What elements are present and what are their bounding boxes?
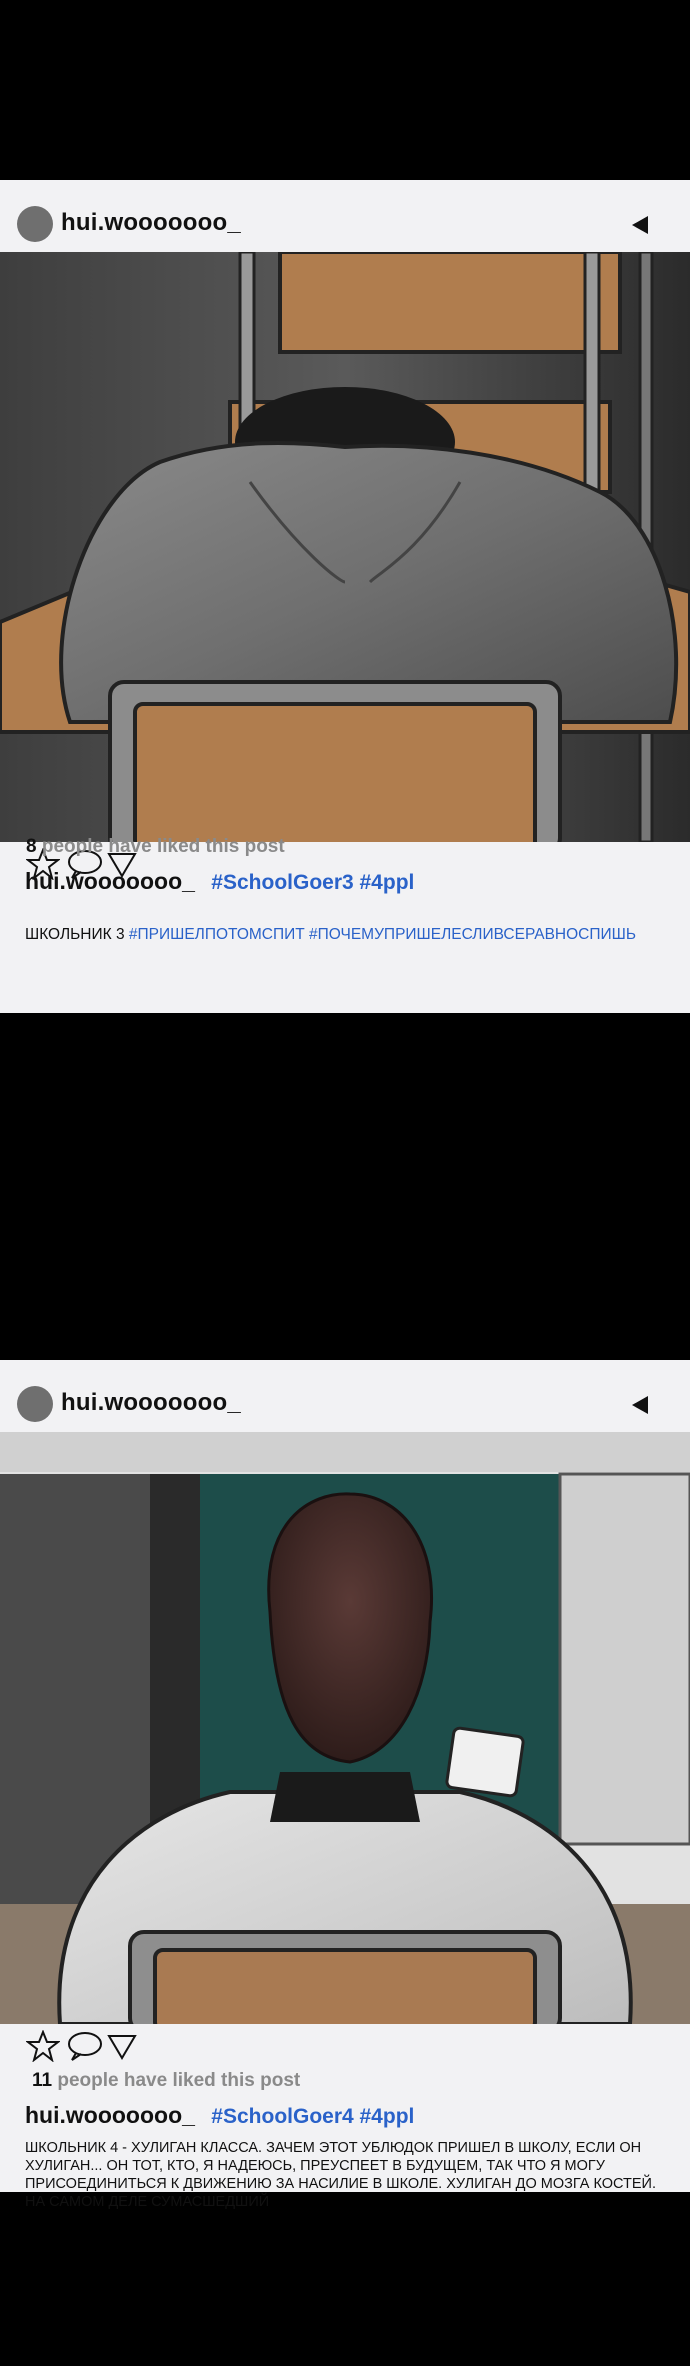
play-icon[interactable] [632,1396,648,1414]
post-image [0,252,690,842]
post-header: hui.wooooooo_ [0,180,690,252]
caption: hui.wooooooo_ #SchoolGoer3 #4ppl [25,868,414,895]
likes-number: 11 [32,2070,53,2091]
caption: hui.wooooooo_ #SchoolGoer4 #4ppl [25,2102,414,2129]
post-card-2: hui.wooooooo_ 11 people have liked this … [0,1360,690,2210]
post-body-text: ШКОЛЬНИК 3 [25,926,125,943]
likes-number: 8 [26,836,37,857]
caption-hashtags[interactable]: #SchoolGoer4 #4ppl [211,2105,414,2128]
post-image-illustration [0,1432,690,2024]
avatar[interactable] [17,206,53,242]
username[interactable]: hui.wooooooo_ [61,209,241,237]
comment-icon[interactable] [66,2030,104,2062]
likes-count: 8 people have liked this post [26,836,285,858]
play-icon[interactable] [632,216,648,234]
post-body-text: ШКОЛЬНИК 4 - ХУЛИГАН КЛАССА. ЗАЧЕМ ЭТОТ … [25,2140,656,2210]
post-image-illustration [0,252,690,842]
likes-count: 11 people have liked this post [32,2070,300,2092]
likes-label: people have liked this post [57,2070,301,2091]
share-icon[interactable] [106,2030,138,2062]
post-body: ШКОЛЬНИК 4 - ХУЛИГАН КЛАССА. ЗАЧЕМ ЭТОТ … [25,2139,670,2211]
post-header: hui.wooooooo_ [0,1360,690,1432]
avatar[interactable] [17,1386,53,1422]
post-body-hashtags[interactable]: #ПРИШЕЛПОТОМСПИТ #ПОЧЕМУПРИШЕЛЕСЛИВСЕРАВ… [129,926,636,943]
caption-hashtags[interactable]: #SchoolGoer3 #4ppl [211,871,414,894]
star-icon[interactable] [26,2030,60,2062]
post-image [0,1432,690,2024]
likes-label: people have liked this post [41,836,285,857]
caption-username[interactable]: hui.wooooooo_ [25,2102,195,2128]
post-body: ШКОЛЬНИК 3 #ПРИШЕЛПОТОМСПИТ #ПОЧЕМУПРИШЕ… [25,926,670,944]
caption-username[interactable]: hui.wooooooo_ [25,868,195,894]
post-card-1: hui.wooooooo_ 8 people have liked this p… [0,180,690,1013]
action-bar [0,2024,690,2064]
username[interactable]: hui.wooooooo_ [61,1389,241,1417]
